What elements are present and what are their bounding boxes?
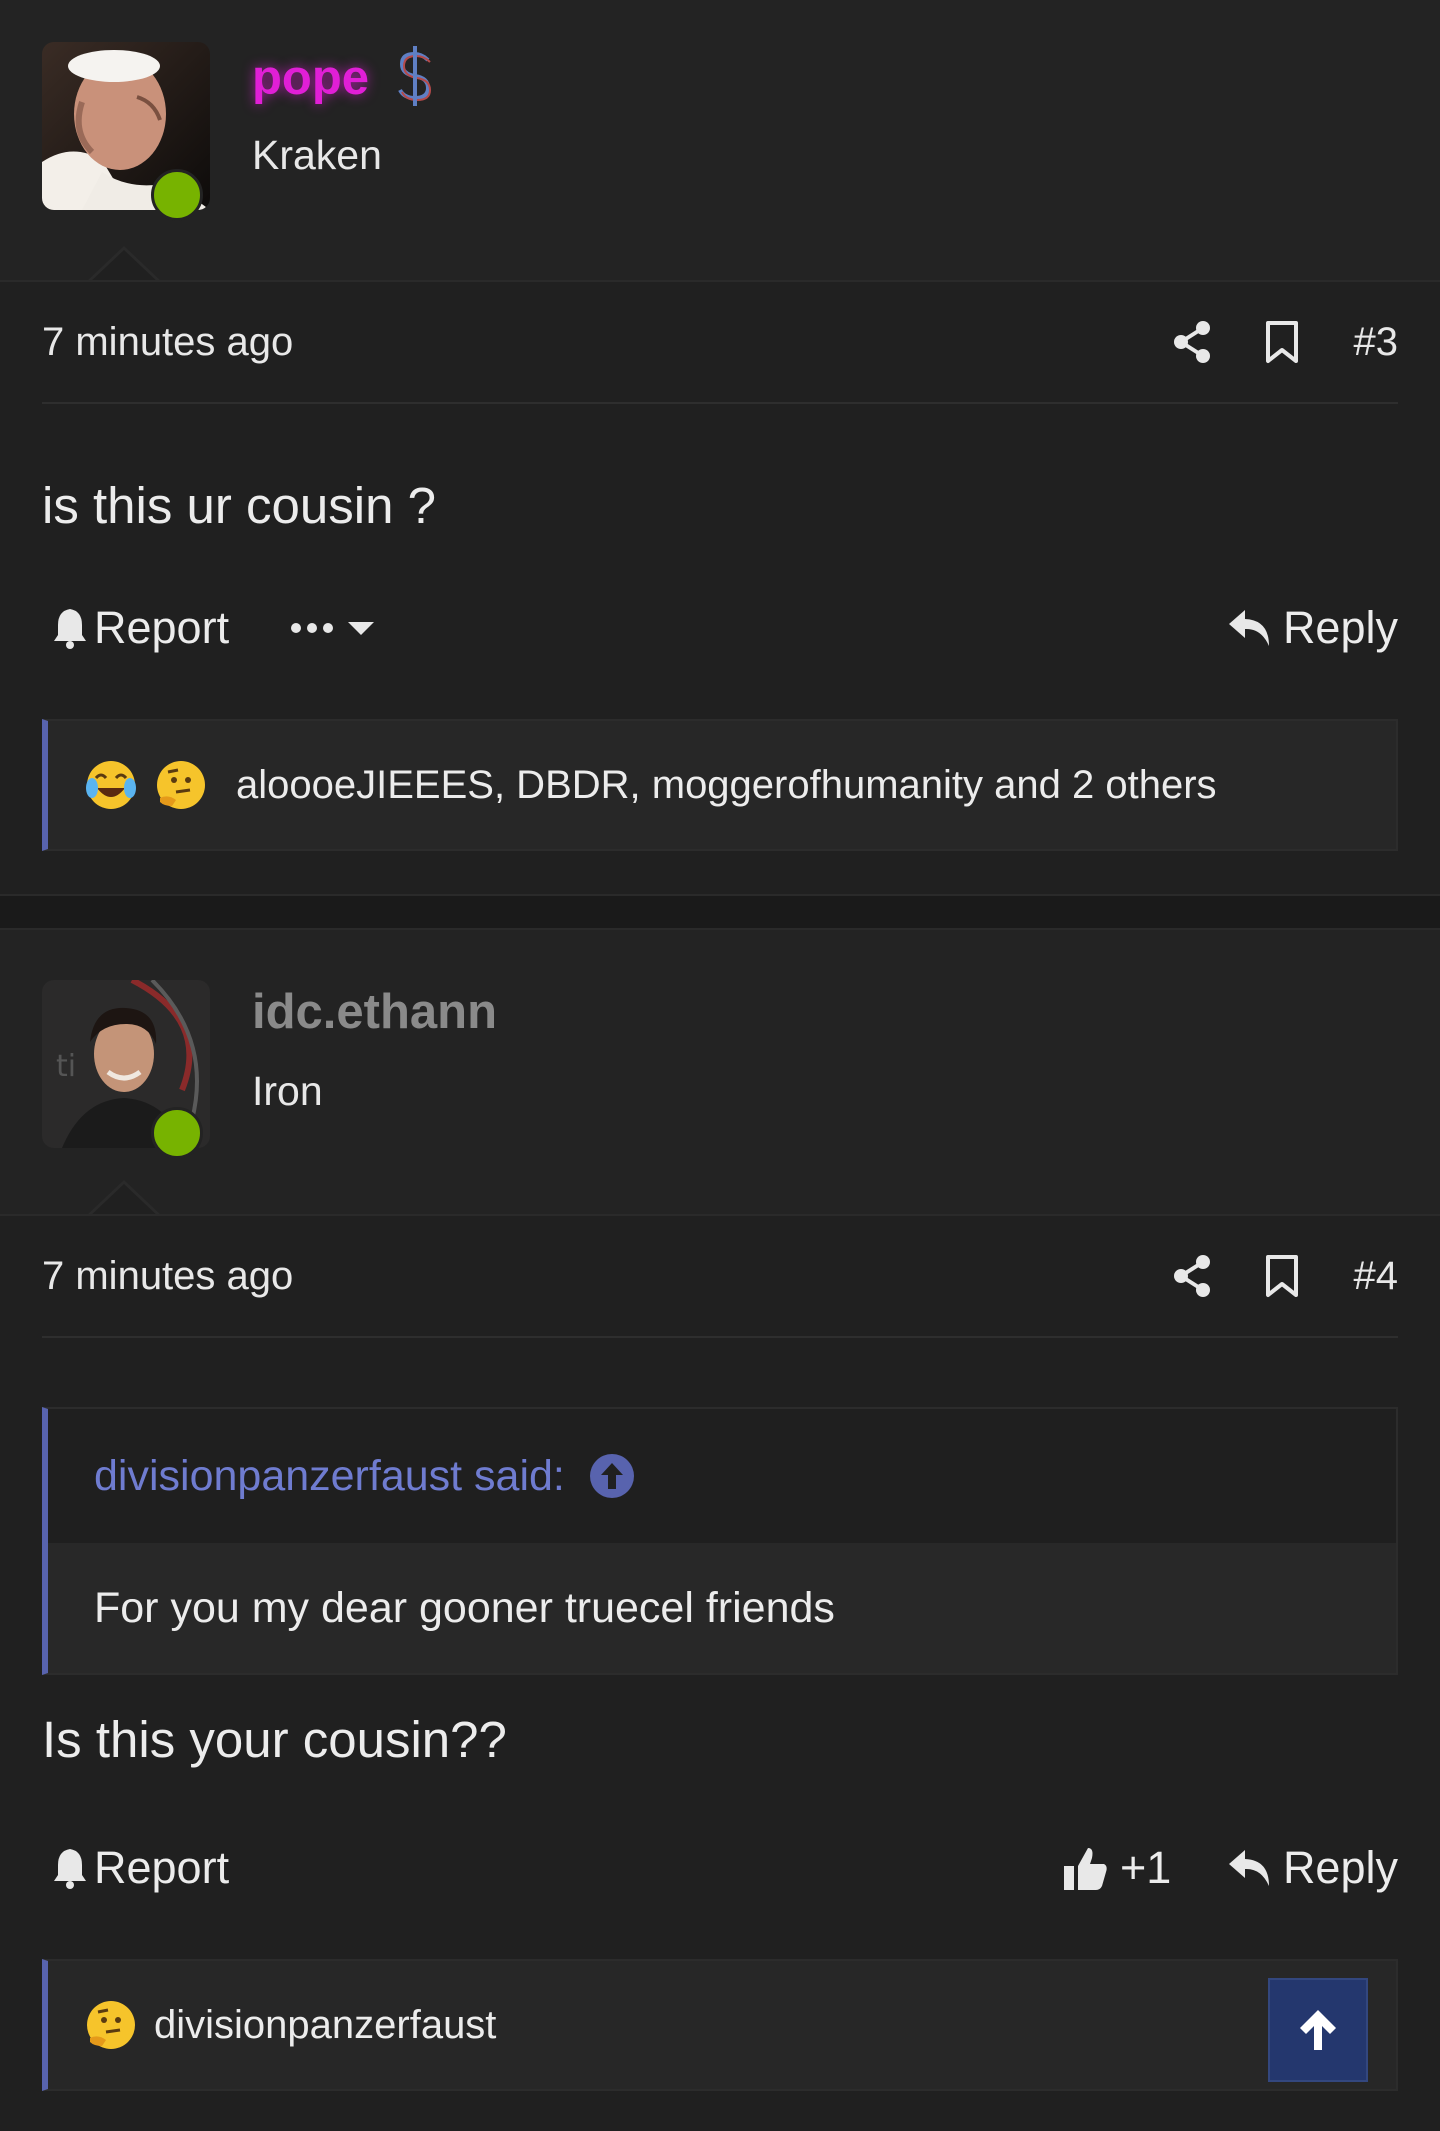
svg-text:ti: ti <box>56 1049 76 1084</box>
quote-block: divisionpanzerfaust said: For you my dea… <box>42 1407 1398 1675</box>
bell-icon <box>52 1847 88 1889</box>
user-title: Kraken <box>252 132 382 178</box>
dollar-sign-icon <box>392 44 438 113</box>
avatar-pope[interactable] <box>42 42 210 221</box>
report-button[interactable]: Report <box>52 1828 229 1908</box>
post-separator <box>0 894 1440 930</box>
reaction-users[interactable]: aloooeJIEEES, DBDR, moggerofhumanity and… <box>236 763 1217 808</box>
post-actions: Report Reply <box>42 588 1398 668</box>
reply-label: Reply <box>1282 1842 1398 1893</box>
username[interactable]: idc.ethann <box>252 984 497 1040</box>
caret-down-icon <box>346 620 376 636</box>
crying-laughing-emoji <box>84 758 138 812</box>
header-pointer-inner <box>88 250 160 284</box>
report-button[interactable]: Report <box>52 588 229 668</box>
thinking-emoji <box>84 1998 138 2052</box>
post-number[interactable]: #3 <box>1354 320 1399 365</box>
post-4: ti idc.ethann Iron 7 minutes ago #4 divi… <box>0 930 1440 2131</box>
reply-button[interactable]: Reply <box>1227 1828 1398 1908</box>
avatar-idc-ethann[interactable]: ti <box>42 980 210 1159</box>
report-label: Report <box>94 1842 230 1893</box>
user-title: Iron <box>252 1068 323 1114</box>
bookmark-icon[interactable] <box>1264 1254 1300 1298</box>
post-header: ti idc.ethann Iron <box>0 930 1440 1218</box>
more-options-menu[interactable] <box>290 588 376 668</box>
bell-icon <box>52 607 88 649</box>
header-pointer-inner <box>88 1184 160 1218</box>
post-body: Is this your cousin?? <box>42 1711 507 1768</box>
report-label: Report <box>94 602 230 653</box>
reaction-summary[interactable]: aloooeJIEEES, DBDR, moggerofhumanity and… <box>42 719 1398 851</box>
go-to-quoted-post-icon[interactable] <box>589 1453 635 1499</box>
reaction-users[interactable]: divisionpanzerfaust <box>154 2003 496 2048</box>
scroll-to-top-button[interactable] <box>1268 1978 1368 2082</box>
like-button[interactable]: +1 <box>1062 1828 1171 1908</box>
post-meta: 7 minutes ago #4 <box>42 1216 1398 1338</box>
post-timestamp[interactable]: 7 minutes ago <box>42 1216 293 1336</box>
reply-button[interactable]: Reply <box>1227 588 1398 668</box>
reply-label: Reply <box>1282 602 1398 653</box>
username[interactable]: pope <box>252 50 369 106</box>
post-timestamp[interactable]: 7 minutes ago <box>42 282 293 402</box>
thumbs-up-icon <box>1062 1844 1110 1892</box>
ellipsis-icon <box>290 622 334 634</box>
online-status-indicator <box>151 1107 203 1159</box>
post-header: pope Kraken <box>0 0 1440 284</box>
post-meta: 7 minutes ago #3 <box>42 282 1398 404</box>
quote-header[interactable]: divisionpanzerfaust said: <box>48 1409 1396 1543</box>
reaction-summary[interactable]: divisionpanzerfaust <box>42 1959 1398 2091</box>
quote-text: For you my dear gooner truecel friends <box>48 1543 1396 1673</box>
reply-arrow-icon <box>1227 1848 1271 1888</box>
online-status-indicator <box>151 169 203 221</box>
like-count: +1 <box>1120 1842 1172 1893</box>
bookmark-icon[interactable] <box>1264 320 1300 364</box>
reply-arrow-icon <box>1227 608 1271 648</box>
post-number[interactable]: #4 <box>1354 1254 1399 1299</box>
post-body: is this ur cousin ? <box>42 477 437 534</box>
share-icon[interactable] <box>1172 1254 1212 1298</box>
arrow-up-icon <box>1296 2006 1340 2054</box>
quote-author[interactable]: divisionpanzerfaust said: <box>94 1452 565 1501</box>
post-3: pope Kraken 7 minutes ago #3 is this ur … <box>0 0 1440 894</box>
share-icon[interactable] <box>1172 320 1212 364</box>
post-actions: Report +1 Reply <box>42 1828 1398 1908</box>
thinking-emoji <box>154 758 208 812</box>
